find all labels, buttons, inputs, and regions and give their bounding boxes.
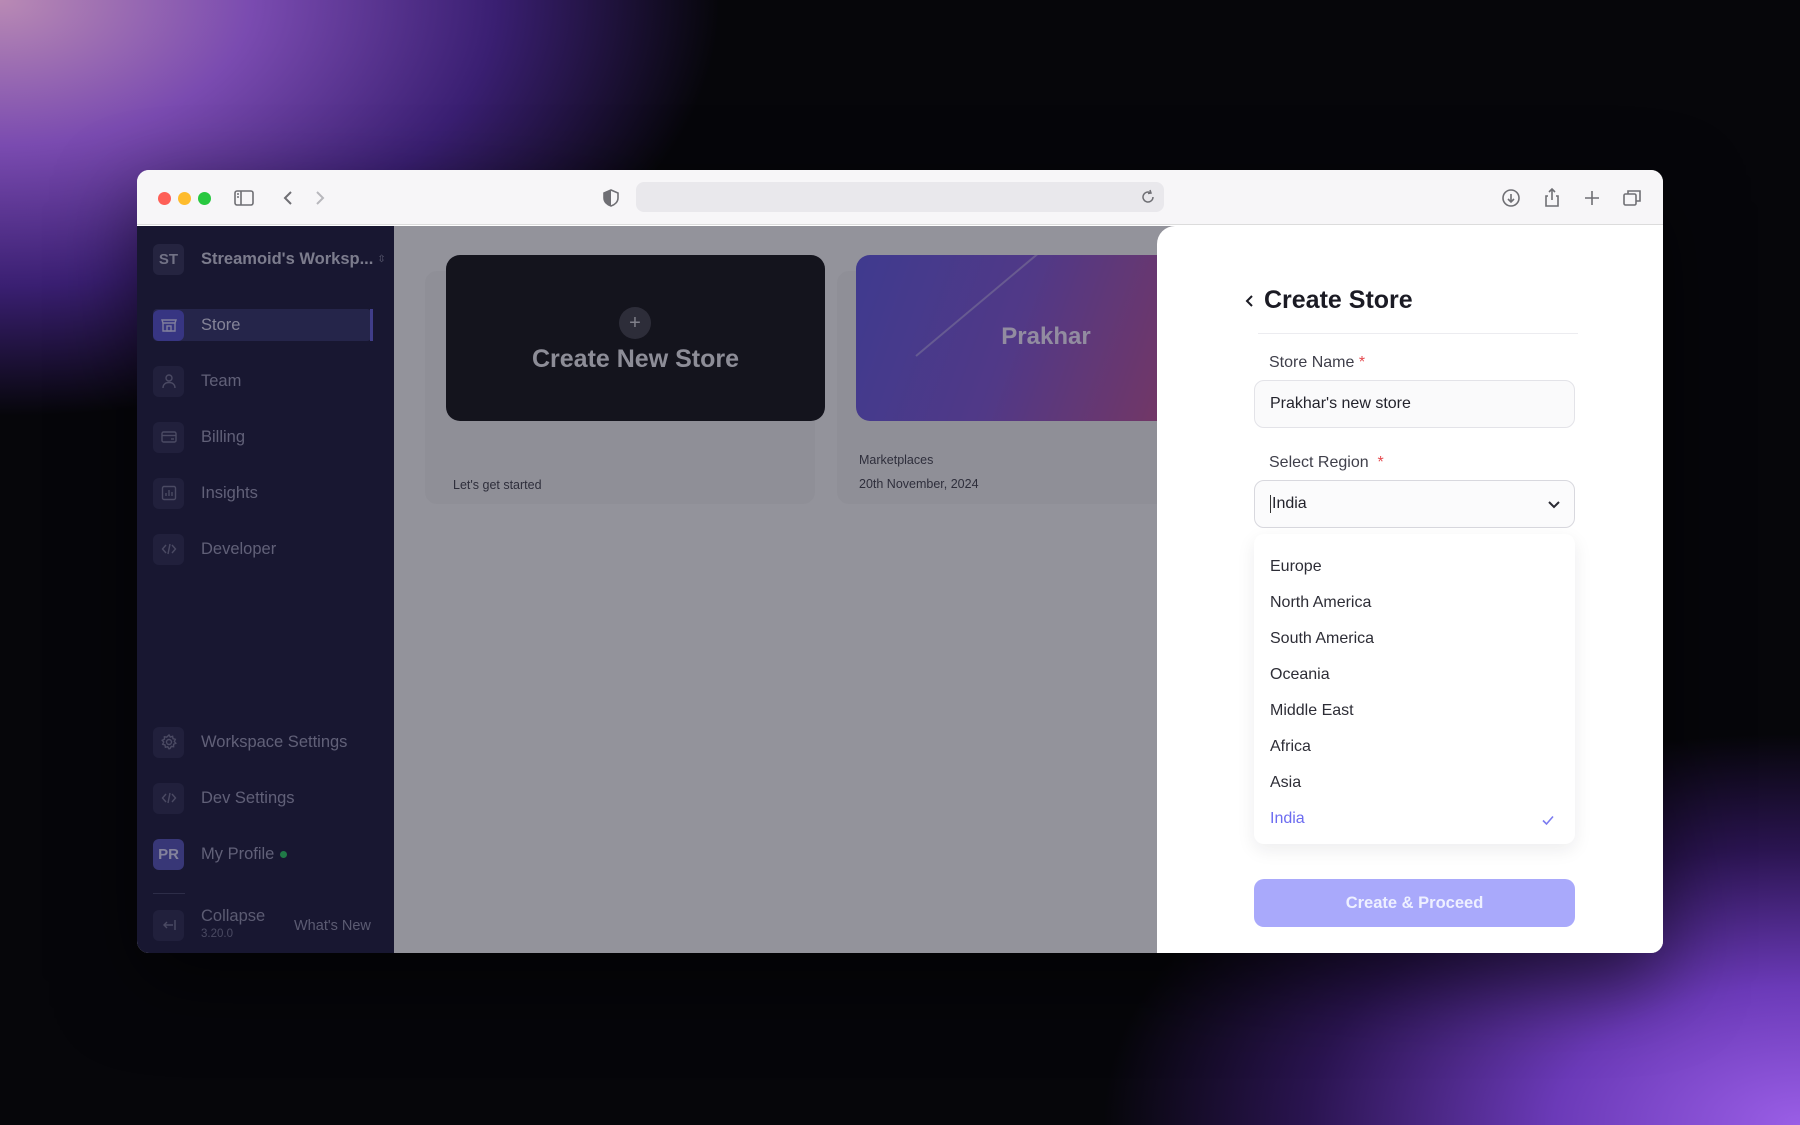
checkmark-icon xyxy=(1541,813,1555,827)
store-name-label: Store Name * xyxy=(1269,354,1365,372)
region-option[interactable]: South America xyxy=(1270,630,1374,648)
create-and-proceed-button[interactable]: Create & Proceed xyxy=(1254,879,1575,927)
zoom-window-button[interactable] xyxy=(198,192,211,205)
region-option[interactable]: Middle East xyxy=(1270,702,1354,720)
sidebar-toggle-icon[interactable] xyxy=(231,185,257,211)
forward-arrow-icon[interactable] xyxy=(306,185,332,211)
chevron-left-icon[interactable] xyxy=(1243,294,1257,308)
address-bar[interactable] xyxy=(636,182,1164,212)
store-name-input[interactable]: Prakhar's new store xyxy=(1254,380,1575,428)
text-cursor xyxy=(1270,495,1271,513)
browser-toolbar xyxy=(137,170,1663,225)
region-select[interactable]: India xyxy=(1254,480,1575,528)
region-option-selected[interactable]: India xyxy=(1270,810,1305,828)
region-option[interactable]: Oceania xyxy=(1270,666,1330,684)
back-arrow-icon[interactable] xyxy=(276,185,302,211)
required-mark: * xyxy=(1358,354,1366,371)
store-name-value: Prakhar's new store xyxy=(1270,395,1411,412)
shield-icon[interactable] xyxy=(598,185,624,211)
create-store-panel: Create Store Store Name * Prakhar's new … xyxy=(1157,226,1663,953)
region-select-value: India xyxy=(1272,495,1307,512)
store-name-label-text: Store Name xyxy=(1269,354,1355,371)
title-divider xyxy=(1258,333,1578,334)
region-option[interactable]: Africa xyxy=(1270,738,1311,756)
region-option[interactable]: Europe xyxy=(1270,558,1322,576)
region-option[interactable]: North America xyxy=(1270,594,1371,612)
region-dropdown: Europe North America South America Ocean… xyxy=(1254,534,1575,844)
region-option[interactable]: Asia xyxy=(1270,774,1301,792)
new-tab-icon[interactable] xyxy=(1579,185,1605,211)
share-icon[interactable] xyxy=(1539,185,1565,211)
reload-icon[interactable] xyxy=(1138,187,1158,207)
region-label-text: Select Region xyxy=(1269,454,1369,471)
minimize-window-button[interactable] xyxy=(178,192,191,205)
chevron-down-icon[interactable] xyxy=(1546,496,1562,512)
required-mark: * xyxy=(1377,454,1384,471)
panel-title: Create Store xyxy=(1264,286,1413,314)
browser-window: ST Streamoid's Worksp... ⇳ Store Team Bi… xyxy=(137,170,1663,953)
download-icon[interactable] xyxy=(1498,185,1524,211)
tab-overview-icon[interactable] xyxy=(1619,185,1645,211)
close-window-button[interactable] xyxy=(158,192,171,205)
region-label: Select Region * xyxy=(1269,454,1384,472)
app-content: ST Streamoid's Worksp... ⇳ Store Team Bi… xyxy=(137,226,1663,953)
